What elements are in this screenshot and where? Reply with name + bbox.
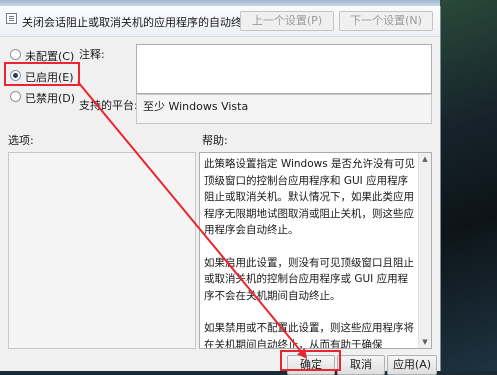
policy-setting-dialog: 关闭会话阻止或取消关机的应用程序的自动终止功能 上一个设置(P) 下一个设置(N… xyxy=(0,6,441,375)
radio-button-selected[interactable] xyxy=(10,70,21,81)
scroll-down-icon[interactable]: ▼ xyxy=(419,336,431,348)
radio-button[interactable] xyxy=(10,49,21,60)
radio-button[interactable] xyxy=(10,91,21,102)
comment-label: 注释: xyxy=(79,48,105,61)
help-paragraph: 如果禁用或不配置此设置，则这些应用程序将在关机期间自动终止，从而有助于确保 Wi… xyxy=(204,322,414,349)
options-label: 选项: xyxy=(8,134,34,147)
radio-label-not-configured: 未配置(C) xyxy=(25,50,75,63)
supported-platform-field: 至少 Windows Vista xyxy=(136,94,432,124)
radio-label-enabled: 已启用(E) xyxy=(25,71,74,84)
help-label: 帮助: xyxy=(202,134,228,147)
radio-label-disabled: 已禁用(D) xyxy=(25,92,76,105)
cancel-button[interactable]: 取消 xyxy=(337,355,385,375)
help-paragraph: 此策略设置指定 Windows 是否允许没有可见顶级窗口的控制台应用程序和 GU… xyxy=(204,158,416,236)
supported-platform-label: 支持的平台: xyxy=(79,99,138,112)
options-panel xyxy=(8,152,196,349)
help-panel[interactable]: 此策略设置指定 Windows 是否允许没有可见顶级窗口的控制台应用程序和 GU… xyxy=(199,152,432,349)
desktop-background xyxy=(432,0,497,371)
apply-button[interactable]: 应用(A) xyxy=(387,355,437,375)
ok-button[interactable]: 确定 xyxy=(287,355,335,375)
policy-title: 关闭会话阻止或取消关机的应用程序的自动终止功能 xyxy=(22,16,275,29)
policy-icon xyxy=(6,13,17,24)
supported-platform-value: 至少 Windows Vista xyxy=(143,100,249,113)
previous-setting-button[interactable]: 上一个设置(P) xyxy=(240,11,334,31)
help-text: 此策略设置指定 Windows 是否允许没有可见顶级窗口的控制台应用程序和 GU… xyxy=(204,156,417,349)
comment-textarea[interactable] xyxy=(136,44,432,94)
scroll-up-icon[interactable]: ▲ xyxy=(419,153,431,165)
dialog-header: 关闭会话阻止或取消关机的应用程序的自动终止功能 上一个设置(P) 下一个设置(N… xyxy=(0,6,440,37)
help-scrollbar[interactable]: ▲ ▼ xyxy=(418,153,431,348)
next-setting-button[interactable]: 下一个设置(N) xyxy=(339,11,433,31)
help-paragraph: 如果启用此设置，则没有可见顶级窗口且阻止或取消关机的控制台应用程序或 GUI 应… xyxy=(204,256,414,302)
